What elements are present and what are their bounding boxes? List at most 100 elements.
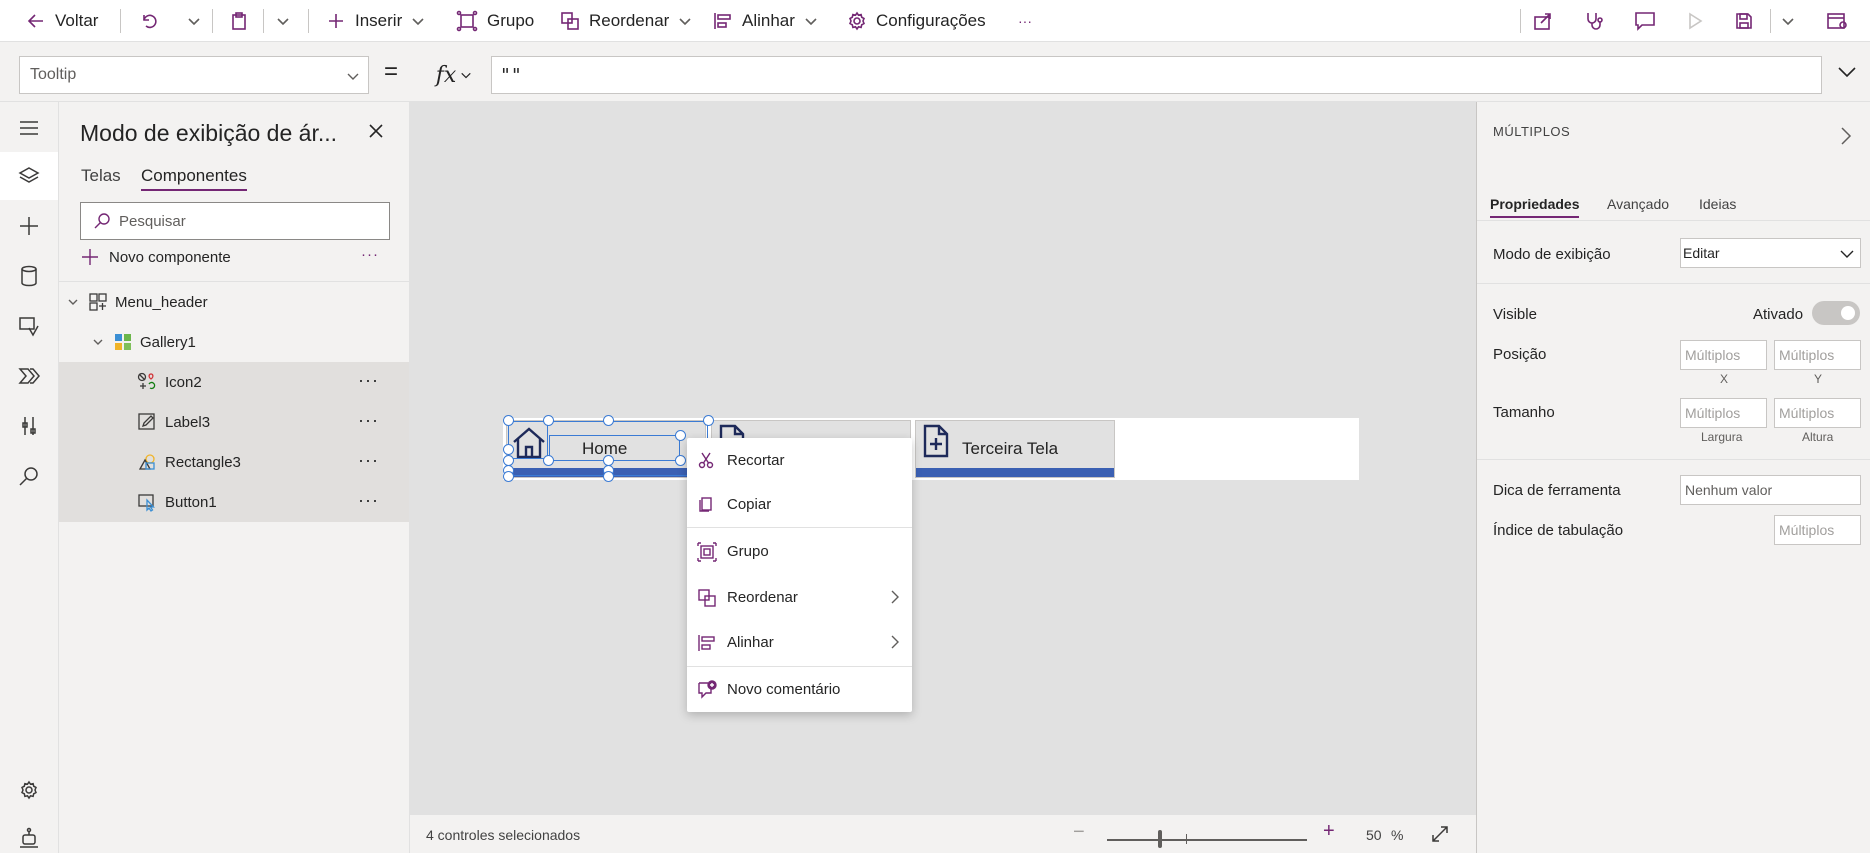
chevron-down-icon xyxy=(804,14,818,28)
rail-insert[interactable] xyxy=(0,202,58,250)
settings-button[interactable]: Configurações xyxy=(847,0,986,42)
visible-label: Visible xyxy=(1493,306,1537,323)
new-component-button[interactable]: Novo componente xyxy=(81,248,231,266)
display-mode-dropdown[interactable]: Editar xyxy=(1680,238,1861,268)
position-x-input[interactable]: Múltiplos xyxy=(1680,340,1767,370)
height-input[interactable]: Múltiplos xyxy=(1774,398,1861,428)
tree-item-button1[interactable]: Button1 ··· xyxy=(59,482,409,522)
menu-item-align[interactable]: Alinhar xyxy=(687,620,912,664)
resize-handle[interactable] xyxy=(603,415,614,426)
property-dropdown[interactable]: Tooltip xyxy=(19,56,369,94)
resize-handle[interactable] xyxy=(503,471,514,482)
menu-item-copy[interactable]: Copiar xyxy=(687,482,912,526)
document-add-icon xyxy=(922,424,950,458)
width-input[interactable]: Múltiplos xyxy=(1680,398,1767,428)
tree-item-rectangle3[interactable]: Rectangle3 ··· xyxy=(59,442,409,482)
chevron-down-icon xyxy=(678,14,692,28)
hamburger-button[interactable] xyxy=(0,104,58,152)
close-panel-button[interactable] xyxy=(367,122,385,140)
divider xyxy=(263,9,264,33)
resize-handle[interactable] xyxy=(503,415,514,426)
tree-item-icon2[interactable]: Icon2 ··· xyxy=(59,362,409,402)
undo-dropdown[interactable] xyxy=(187,0,201,42)
save-button[interactable] xyxy=(1734,0,1754,42)
menu-item-cut[interactable]: Recortar xyxy=(687,438,912,482)
width-caption: Largura xyxy=(1701,430,1743,444)
menu-item-group[interactable]: Grupo xyxy=(687,529,912,573)
search-input[interactable]: Pesquisar xyxy=(80,202,390,240)
paste-dropdown[interactable] xyxy=(276,0,290,42)
resize-handle[interactable] xyxy=(675,455,686,466)
rail-virtual-agent[interactable] xyxy=(0,814,58,853)
zoom-in-button[interactable]: + xyxy=(1323,820,1335,843)
undo-button[interactable] xyxy=(139,0,159,42)
shapes-icon xyxy=(137,452,157,472)
resize-handle[interactable] xyxy=(703,415,714,426)
zoom-slider[interactable] xyxy=(1107,839,1307,841)
save-dropdown[interactable] xyxy=(1781,0,1795,42)
tab-ideas[interactable]: Ideias xyxy=(1699,196,1736,212)
new-component-label: Novo componente xyxy=(109,248,231,266)
tooltip-input[interactable]: Nenhum valor xyxy=(1680,475,1861,505)
fit-to-window-button[interactable] xyxy=(1429,823,1451,845)
more-options-button[interactable]: ··· xyxy=(358,490,379,511)
resize-handle[interactable] xyxy=(543,455,554,466)
chevron-down-icon xyxy=(276,14,290,28)
visible-toggle[interactable] xyxy=(1812,301,1860,325)
zoom-slider-thumb[interactable] xyxy=(1158,830,1162,848)
formula-bar: Tooltip = fx "" xyxy=(0,42,1870,102)
insert-button[interactable]: Inserir xyxy=(326,0,425,42)
selection-count-text: 4 controles selecionados xyxy=(426,827,581,843)
resize-handle[interactable] xyxy=(675,430,686,441)
tree-item-label3[interactable]: Label3 ··· xyxy=(59,402,409,442)
publish-button[interactable] xyxy=(1826,0,1848,42)
rail-data[interactable] xyxy=(0,252,58,300)
gallery-item-terceira-tela[interactable]: Terceira Tela xyxy=(915,420,1115,478)
tooltip-label: Dica de ferramenta xyxy=(1493,482,1621,499)
tab-index-input[interactable]: Múltiplos xyxy=(1774,515,1861,545)
component-icon xyxy=(89,293,107,311)
formula-input[interactable]: "" xyxy=(491,56,1822,94)
zoom-out-button[interactable]: − xyxy=(1073,821,1085,844)
resize-handle[interactable] xyxy=(503,444,514,455)
menu-item-new-comment[interactable]: Novo comentário xyxy=(687,667,912,711)
rail-tree-view[interactable] xyxy=(0,152,58,200)
group-button[interactable]: Grupo xyxy=(456,0,534,42)
plus-icon xyxy=(81,248,99,266)
menu-item-label: Recortar xyxy=(727,451,785,469)
rail-power-automate[interactable] xyxy=(0,352,58,400)
more-options-button[interactable]: ··· xyxy=(358,370,379,391)
paste-button[interactable] xyxy=(229,0,249,42)
back-button[interactable]: Voltar xyxy=(26,0,98,42)
tab-advanced[interactable]: Avançado xyxy=(1607,196,1669,212)
share-button[interactable] xyxy=(1533,0,1553,42)
app-checker-button[interactable] xyxy=(1584,0,1604,42)
rail-search[interactable] xyxy=(0,452,58,500)
chevron-right-icon xyxy=(890,635,900,649)
menu-item-reorder[interactable]: Reordenar xyxy=(687,575,912,619)
more-commands-button[interactable]: ··· xyxy=(1018,0,1032,42)
rail-advanced-tools[interactable] xyxy=(0,402,58,450)
preview-button[interactable] xyxy=(1686,0,1704,42)
formula-expand-button[interactable] xyxy=(1837,64,1857,80)
tab-components[interactable]: Componentes xyxy=(141,166,247,191)
tab-properties[interactable]: Propriedades xyxy=(1490,196,1580,218)
expand-panel-button[interactable] xyxy=(1840,126,1852,146)
rail-settings[interactable] xyxy=(0,766,58,814)
more-options-button[interactable]: ··· xyxy=(358,450,379,471)
zoom-value[interactable]: 50 xyxy=(1366,827,1382,843)
position-y-input[interactable]: Múltiplos xyxy=(1774,340,1861,370)
tab-screens[interactable]: Telas xyxy=(81,166,121,186)
reorder-button[interactable]: Reordenar xyxy=(560,0,692,42)
comments-button[interactable] xyxy=(1634,0,1656,42)
more-options-button[interactable]: ··· xyxy=(358,410,379,431)
resize-handle[interactable] xyxy=(603,471,614,482)
tree-item-menu-header[interactable]: Menu_header xyxy=(59,282,409,322)
resize-handle[interactable] xyxy=(543,415,554,426)
rail-media[interactable] xyxy=(0,302,58,350)
more-options-button[interactable]: ··· xyxy=(361,246,379,263)
icons-control-icon xyxy=(137,372,157,392)
align-button[interactable]: Alinhar xyxy=(713,0,818,42)
tree-item-gallery1[interactable]: Gallery1 xyxy=(59,322,409,362)
fx-button[interactable]: fx xyxy=(417,56,491,94)
